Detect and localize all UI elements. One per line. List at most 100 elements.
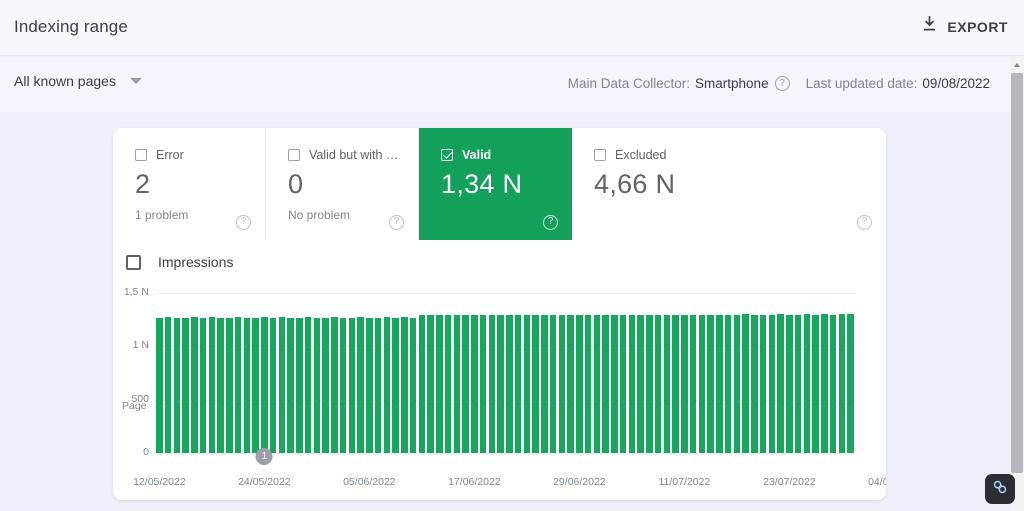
status-card-error[interactable]: Error 2 1 problem ? <box>113 128 266 240</box>
chart-bar[interactable] <box>383 317 391 453</box>
checkbox-icon[interactable] <box>594 149 606 161</box>
chart-bar[interactable] <box>768 314 776 453</box>
chart-bar[interactable] <box>619 314 627 453</box>
chart-bar[interactable] <box>182 317 189 453</box>
chart-bar[interactable] <box>812 314 819 453</box>
chart-bar[interactable] <box>628 314 636 453</box>
chart-bar[interactable] <box>821 314 828 453</box>
chart-bar[interactable] <box>243 317 251 453</box>
chart-bar[interactable] <box>759 314 767 453</box>
chart-bar[interactable] <box>724 314 732 453</box>
pages-filter-dropdown[interactable]: All known pages <box>14 73 142 89</box>
chart-bar[interactable] <box>199 317 207 453</box>
chart-bar[interactable] <box>436 314 443 453</box>
chart-bar[interactable] <box>252 317 259 453</box>
help-icon[interactable]: ? <box>774 76 790 91</box>
bar-chart-plot[interactable]: 0 500 1 N 1,5 N 12/05/2022 24/05/2022 05/06/20… <box>113 240 886 500</box>
chart-annotation-badge[interactable]: 1 <box>255 448 273 465</box>
checkbox-checked-icon[interactable] <box>441 149 453 161</box>
export-button[interactable]: EXPORT <box>922 16 1008 37</box>
scroll-up-arrow-icon[interactable] <box>1010 57 1024 71</box>
chart-bar[interactable] <box>541 314 548 453</box>
chart-bar[interactable] <box>471 314 478 453</box>
chart-bar[interactable] <box>698 314 706 453</box>
vertical-scrollbar[interactable] <box>1010 57 1024 511</box>
scrollbar-thumb[interactable] <box>1011 73 1023 473</box>
help-icon[interactable]: ? <box>389 215 404 230</box>
chart-bar[interactable] <box>532 314 539 453</box>
chart-bar[interactable] <box>637 314 644 453</box>
chart-bar[interactable] <box>296 317 303 453</box>
chart-bar[interactable] <box>409 317 417 453</box>
chart-bar[interactable] <box>646 314 653 453</box>
chart-bar[interactable] <box>304 317 312 453</box>
chart-bar[interactable] <box>777 314 784 453</box>
chart-bar[interactable] <box>164 317 172 453</box>
chart-bar[interactable] <box>374 317 382 453</box>
help-icon[interactable]: ? <box>543 215 558 230</box>
chart-bar[interactable] <box>689 314 697 453</box>
chart-bar[interactable] <box>208 317 216 453</box>
status-card-valid[interactable]: Valid 1,34 N ? <box>419 128 572 240</box>
chart-bar[interactable] <box>497 314 504 453</box>
chart-bar[interactable] <box>602 314 609 453</box>
chart-bar[interactable] <box>278 317 286 453</box>
chart-bar[interactable] <box>173 317 181 453</box>
chart-bar[interactable] <box>313 317 321 453</box>
chart-bar[interactable] <box>558 314 566 453</box>
chart-bar[interactable] <box>234 317 242 453</box>
chart-bar[interactable] <box>348 317 356 453</box>
status-card-excluded[interactable]: Excluded 4,66 N ? <box>572 128 886 240</box>
chart-bar[interactable] <box>366 317 373 453</box>
chart-bar[interactable] <box>287 317 294 453</box>
chart-bar[interactable] <box>707 314 714 453</box>
chart-bar[interactable] <box>357 317 364 453</box>
link-tool-floating-button[interactable] <box>985 474 1015 504</box>
chart-bar[interactable] <box>226 317 233 453</box>
chart-bar[interactable] <box>444 314 452 453</box>
chart-bar[interactable] <box>567 314 574 453</box>
chart-bar[interactable] <box>838 314 846 453</box>
chart-bar[interactable] <box>453 314 461 453</box>
chart-bar[interactable] <box>681 314 688 453</box>
chart-bar[interactable] <box>392 317 399 453</box>
chart-bar[interactable] <box>576 314 583 453</box>
chart-bar[interactable] <box>584 314 592 453</box>
chart-bar[interactable] <box>751 314 758 453</box>
chart-bar[interactable] <box>261 317 268 453</box>
chart-bar[interactable] <box>611 314 618 453</box>
status-card-valid-with-warnings[interactable]: Valid but with w... 0 No problem ? <box>266 128 419 240</box>
chart-bar[interactable] <box>733 314 741 453</box>
chart-bar[interactable] <box>593 314 601 453</box>
chart-bar[interactable] <box>506 314 513 453</box>
chart-bar[interactable] <box>803 314 811 453</box>
chart-bar[interactable] <box>418 314 426 453</box>
chart-bar[interactable] <box>339 317 347 453</box>
chart-bar[interactable] <box>514 314 522 453</box>
chart-bar[interactable] <box>663 314 671 453</box>
chart-bar[interactable] <box>427 314 434 453</box>
help-icon[interactable]: ? <box>236 215 251 230</box>
chart-bar[interactable] <box>479 314 487 453</box>
chart-bar[interactable] <box>401 317 408 453</box>
chart-bar[interactable] <box>523 314 531 453</box>
checkbox-icon[interactable] <box>288 149 300 161</box>
chart-bar[interactable] <box>847 314 854 453</box>
chart-bar[interactable] <box>654 314 662 453</box>
chart-bar[interactable] <box>322 317 329 453</box>
chart-bar[interactable] <box>742 314 749 453</box>
chart-bar[interactable] <box>217 317 224 453</box>
chart-bar[interactable] <box>462 314 469 453</box>
help-icon[interactable]: ? <box>857 215 872 230</box>
chart-bar[interactable] <box>672 314 679 453</box>
chart-bar[interactable] <box>549 314 557 453</box>
chart-bar[interactable] <box>716 314 723 453</box>
chart-bar[interactable] <box>786 314 793 453</box>
chart-bar[interactable] <box>156 317 163 453</box>
chart-bar[interactable] <box>331 317 338 453</box>
chart-bar[interactable] <box>269 317 277 453</box>
chart-bar[interactable] <box>191 317 198 453</box>
chart-bar[interactable] <box>829 314 837 453</box>
chart-bar[interactable] <box>794 314 802 453</box>
chart-bar[interactable] <box>488 314 496 453</box>
